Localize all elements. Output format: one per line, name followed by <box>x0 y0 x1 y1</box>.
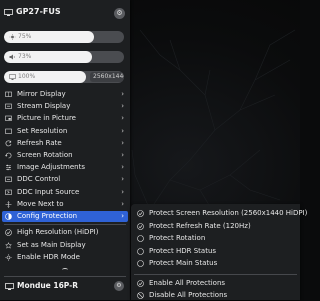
menu-item-stream-display[interactable]: Stream Display › <box>2 101 128 112</box>
display-title: GP27-FUS <box>16 7 61 16</box>
move-icon <box>5 200 12 208</box>
stream-icon <box>5 103 12 109</box>
check-circle-icon <box>5 229 12 236</box>
menu-item-label: Protect Rotation <box>149 234 206 243</box>
menu-item-label: DDC Input Source <box>17 187 80 196</box>
brightness-slider[interactable]: 75% <box>4 31 124 43</box>
chevron-right-icon: › <box>121 90 124 98</box>
divider <box>134 274 297 275</box>
scale-value: 100% <box>18 73 36 80</box>
resolution-value: 2560x1440 <box>90 72 124 82</box>
submenu-item-protect-hdr-status[interactable]: Protect HDR Status <box>134 246 297 257</box>
menu-item-label: Enable HDR Mode <box>17 253 80 261</box>
menu-item-label: DDC Control <box>17 175 61 184</box>
menu-item-label: Move Next to <box>17 199 64 208</box>
chevron-right-icon: › <box>121 212 124 220</box>
sun-icon <box>9 34 16 40</box>
menu-item-label: Protect Refresh Rate (120Hz) <box>149 221 251 230</box>
volume-slider[interactable]: 73% <box>4 51 124 63</box>
chevron-right-icon: › <box>121 199 124 208</box>
submenu-item-protect-refresh-rate-120hz[interactable]: Protect Refresh Rate (120Hz) <box>134 221 297 232</box>
display-menu: GP27-FUS ⚙ 75% 73% 100% 2560x1440 Mirror… <box>0 0 130 300</box>
menu-item-picture-in-picture[interactable]: Picture in Picture › <box>2 113 128 124</box>
monitor-icon <box>4 9 13 16</box>
config-protection-submenu: Protect Screen Resolution (2560x1440 HiD… <box>131 204 307 301</box>
menu-item-label: Image Adjustments <box>17 163 85 172</box>
display-header: GP27-FUS ⚙ <box>0 3 130 25</box>
menu-item-screen-rotation[interactable]: Screen Rotation › <box>2 150 128 161</box>
menu-item-label: High Resolution (HiDPI) <box>17 228 99 236</box>
chevron-right-icon: › <box>121 163 124 172</box>
monitor-icon <box>5 283 14 290</box>
menu-item-label: Stream Display <box>17 102 71 111</box>
menu-item-label: Screen Rotation <box>17 151 73 159</box>
rotation-icon <box>5 152 12 159</box>
divider <box>4 276 126 277</box>
menu-item-label: Protect Main Status <box>149 259 218 268</box>
toggle-set-as-main-display[interactable]: Set as Main Display <box>2 240 128 251</box>
menu-item-ddc-control[interactable]: DDC Control › <box>2 174 128 185</box>
refresh-icon <box>5 140 12 147</box>
loading-spinner <box>62 268 68 272</box>
chevron-right-icon: › <box>121 102 124 111</box>
submenu-action-disable-all-protections[interactable]: Disable All Protections <box>134 290 297 301</box>
menu-item-ddc-input-source[interactable]: DDC Input Source › <box>2 187 128 198</box>
toggle-high-resolution-hidpi[interactable]: High Resolution (HiDPI) <box>2 227 128 238</box>
volume-value: 73% <box>18 53 32 60</box>
ddc-input-icon <box>5 189 12 195</box>
check-circle-icon <box>137 210 144 217</box>
submenu-item-protect-rotation[interactable]: Protect Rotation <box>134 233 297 244</box>
empty-circle-icon <box>137 247 144 255</box>
menu-item-image-adjustments[interactable]: Image Adjustments › <box>2 162 128 173</box>
submenu-item-protect-main-status[interactable]: Protect Main Status <box>134 258 297 269</box>
menu-item-label: Protect Screen Resolution (2560x1440 HiD… <box>149 209 308 217</box>
chevron-right-icon: › <box>121 138 124 147</box>
resolution-icon <box>5 128 12 134</box>
menu-item-label: Disable All Protections <box>149 290 228 299</box>
chevron-right-icon: › <box>121 114 124 123</box>
speaker-icon <box>9 54 15 60</box>
empty-circle-icon <box>137 235 144 242</box>
display-icon <box>9 74 16 80</box>
brightness-value: 75% <box>18 33 32 40</box>
hdr-icon <box>5 254 12 261</box>
secondary-display-title: Mondue 16P-R <box>17 281 79 290</box>
chevron-right-icon: › <box>121 175 124 184</box>
check-circle-icon <box>137 280 144 287</box>
menu-item-label: Refresh Rate <box>17 138 62 147</box>
gear-icon[interactable]: ⚙ <box>114 8 125 19</box>
chevron-right-icon: › <box>121 151 124 159</box>
pip-icon <box>5 116 12 122</box>
toggle-enable-hdr-mode[interactable]: Enable HDR Mode <box>2 252 128 263</box>
ddc-icon <box>5 177 12 183</box>
shield-icon <box>5 213 12 220</box>
submenu-action-enable-all-protections[interactable]: Enable All Protections <box>134 278 297 289</box>
menu-item-label: Protect HDR Status <box>149 246 217 255</box>
empty-circle-icon <box>137 260 144 268</box>
menu-item-mirror-display[interactable]: Mirror Display › <box>2 89 128 100</box>
menu-item-label: Mirror Display <box>17 90 66 98</box>
secondary-display-header[interactable]: Mondue 16P-R ⚙ <box>2 279 128 293</box>
gear-icon[interactable]: ⚙ <box>114 281 124 291</box>
menu-item-label: Set Resolution <box>17 126 68 135</box>
menu-item-move-next-to[interactable]: Move Next to › <box>2 199 128 210</box>
menu-item-label: Config Protection <box>17 212 78 220</box>
menu-item-label: Set as Main Display <box>17 240 86 249</box>
check-circle-icon <box>137 222 144 230</box>
resolution-scale-slider[interactable]: 100% 2560x1440 <box>4 71 124 83</box>
submenu-item-protect-screen-resolution-2560x1440-hidpi[interactable]: Protect Screen Resolution (2560x1440 HiD… <box>134 208 307 219</box>
menu-item-config-protection[interactable]: Config Protection › <box>2 211 128 222</box>
menu-item-set-resolution[interactable]: Set Resolution › <box>2 126 128 137</box>
mirror-icon <box>5 91 12 97</box>
star-icon <box>5 241 12 249</box>
chevron-right-icon: › <box>121 187 124 196</box>
divider <box>4 224 126 225</box>
menu-item-label: Picture in Picture <box>17 114 76 123</box>
slash-circle-icon <box>137 291 144 299</box>
menu-item-refresh-rate[interactable]: Refresh Rate › <box>2 138 128 149</box>
menu-item-label: Enable All Protections <box>149 279 226 287</box>
image-adjust-icon <box>6 164 11 171</box>
chevron-right-icon: › <box>121 126 124 135</box>
